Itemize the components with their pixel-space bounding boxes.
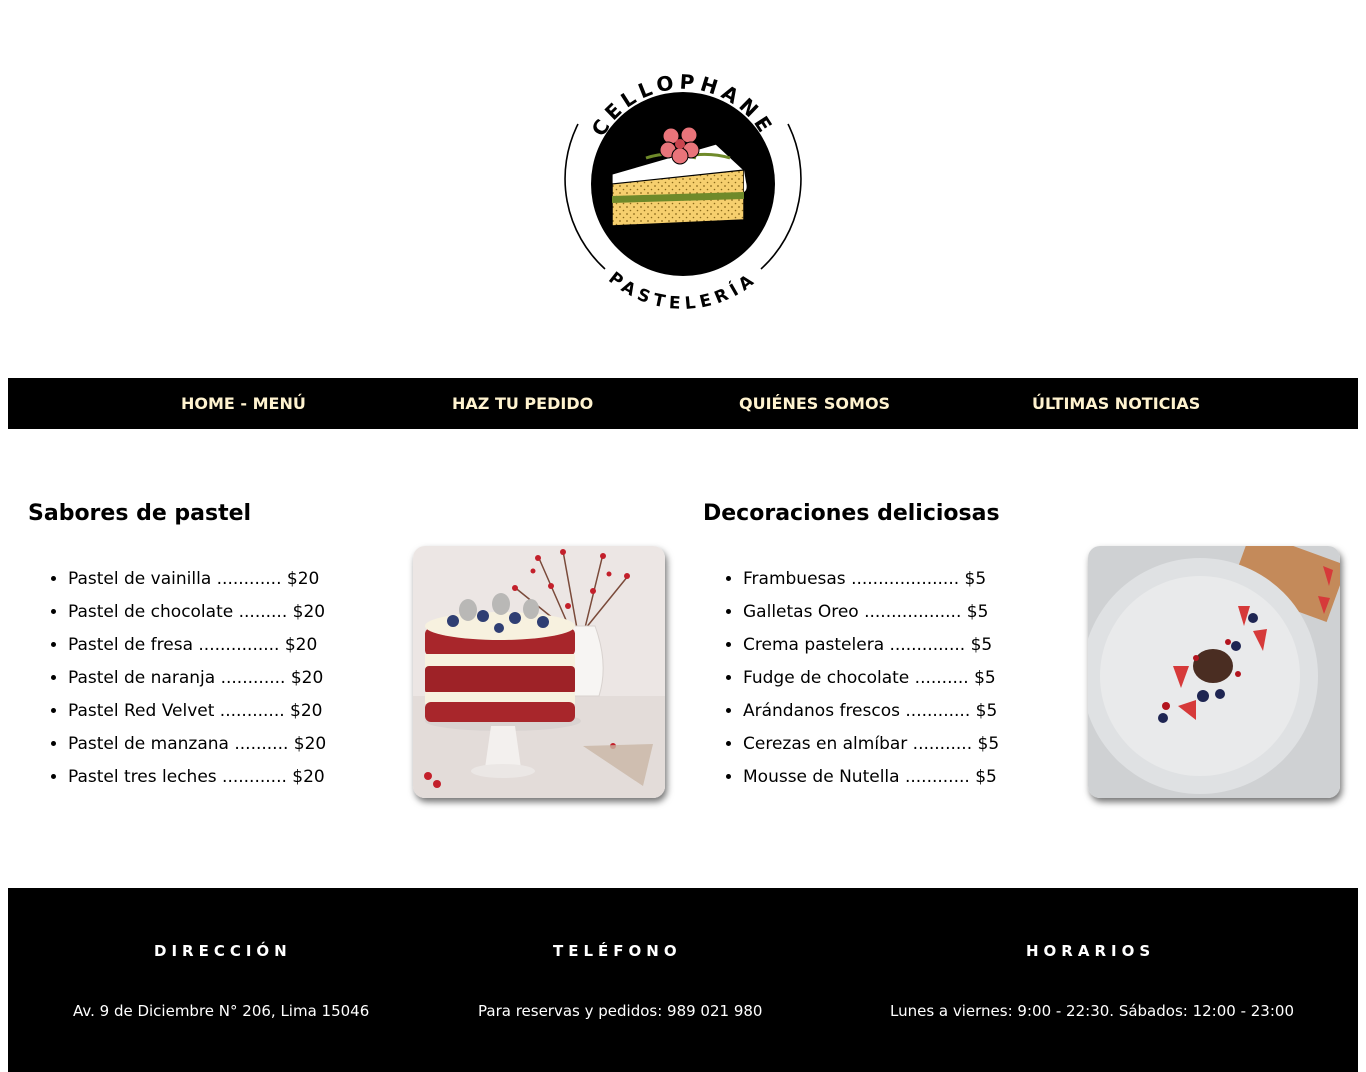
list-item: Arándanos frescos ............ $5: [743, 695, 999, 728]
cake-image: [413, 546, 665, 798]
footer-address-text: Av. 9 de Diciembre N° 206, Lima 15046: [73, 1002, 370, 1020]
list-item: Fudge de chocolate .......... $5: [743, 662, 999, 695]
site-logo[interactable]: CELLOPHANE PASTELERÍA: [548, 44, 818, 314]
nav-home-menu[interactable]: HOME - MENÚ: [181, 378, 306, 429]
dessert-image: [1088, 546, 1340, 798]
list-item: Pastel de vainilla ............ $20: [68, 563, 326, 596]
footer-hours-heading: HORARIOS: [1026, 942, 1156, 960]
list-item: Mousse de Nutella ............ $5: [743, 761, 999, 794]
dessert-plate-photo: [1088, 546, 1340, 798]
list-item: Galletas Oreo .................. $5: [743, 596, 999, 629]
list-item: Pastel de fresa ............... $20: [68, 629, 326, 662]
nav-haz-tu-pedido[interactable]: HAZ TU PEDIDO: [452, 378, 593, 429]
nav-quienes-somos[interactable]: QUIÉNES SOMOS: [739, 378, 890, 429]
red-velvet-cake-photo: [413, 546, 665, 798]
decorations-title: Decoraciones deliciosas: [703, 501, 1000, 526]
list-item: Pastel Red Velvet ............ $20: [68, 695, 326, 728]
list-item: Pastel de naranja ............ $20: [68, 662, 326, 695]
list-item: Cerezas en almíbar ........... $5: [743, 728, 999, 761]
list-item: Frambuesas .................... $5: [743, 563, 999, 596]
footer-address-heading: DIRECCIÓN: [154, 942, 292, 960]
list-item: Pastel de chocolate ......... $20: [68, 596, 326, 629]
footer-phone-heading: TELÉFONO: [553, 942, 682, 960]
main-navigation: HOME - MENÚ HAZ TU PEDIDO QUIÉNES SOMOS …: [8, 378, 1358, 429]
cake-logo-icon: CELLOPHANE PASTELERÍA: [564, 70, 802, 314]
footer-phone-text[interactable]: Para reservas y pedidos: 989 021 980: [478, 1002, 762, 1020]
list-item: Pastel tres leches ............ $20: [68, 761, 326, 794]
list-item: Crema pastelera .............. $5: [743, 629, 999, 662]
site-footer: DIRECCIÓN Av. 9 de Diciembre N° 206, Lim…: [8, 888, 1358, 1072]
decorations-list: Frambuesas .................... $5 Galle…: [703, 563, 999, 794]
list-item: Pastel de manzana .......... $20: [68, 728, 326, 761]
nav-ultimas-noticias[interactable]: ÚLTIMAS NOTICIAS: [1032, 378, 1200, 429]
flavors-title: Sabores de pastel: [28, 501, 252, 526]
flavors-list: Pastel de vainilla ............ $20 Past…: [28, 563, 326, 794]
footer-hours-text: Lunes a viernes: 9:00 - 22:30. Sábados: …: [890, 1002, 1294, 1020]
